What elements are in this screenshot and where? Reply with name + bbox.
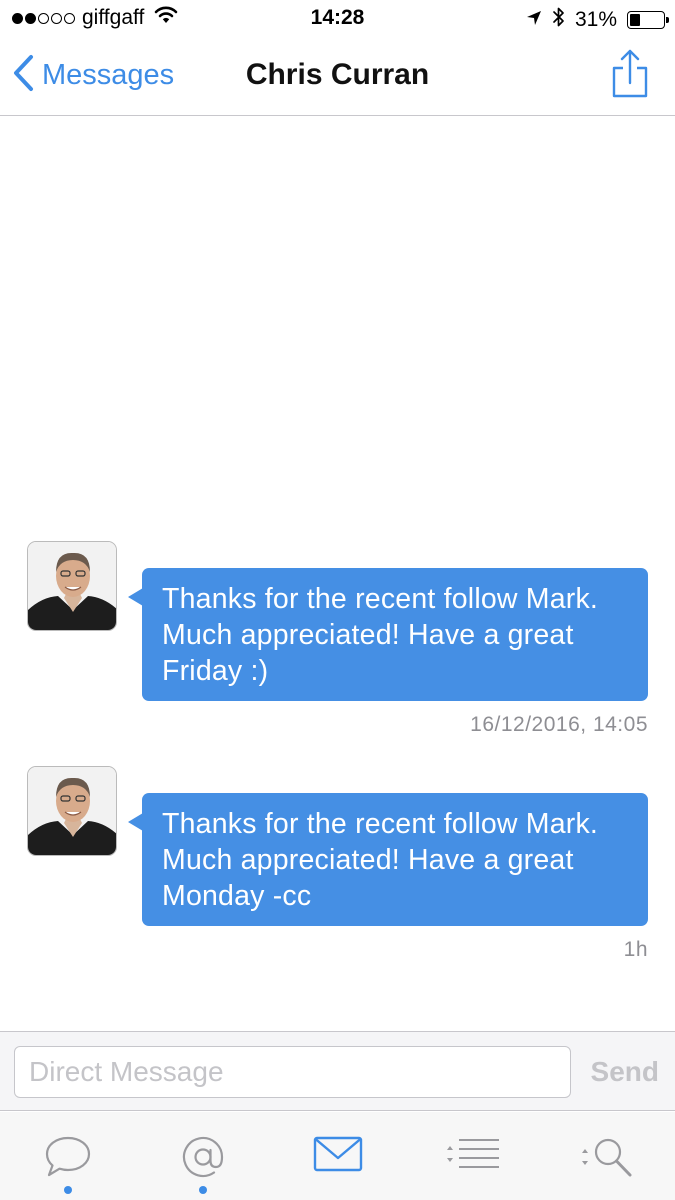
- direct-message-input[interactable]: [14, 1046, 571, 1098]
- unread-dot: [63, 1186, 72, 1194]
- back-label: Messages: [42, 59, 175, 91]
- back-button[interactable]: Messages: [12, 54, 174, 97]
- tab-bar: [0, 1112, 675, 1200]
- location-arrow-icon: [526, 8, 542, 32]
- status-bar: giffgaff 14:28 31%: [0, 0, 675, 40]
- status-right: 31%: [526, 6, 669, 34]
- message-bubble[interactable]: Thanks for the recent follow Mark. Much …: [128, 793, 648, 926]
- at-sign-icon: [182, 1136, 223, 1178]
- bluetooth-icon: [552, 6, 565, 34]
- search-icon: [581, 1138, 631, 1177]
- avatar[interactable]: [27, 766, 117, 856]
- nav-bar: Messages Chris Curran: [0, 40, 675, 116]
- tab-lists[interactable]: [405, 1112, 540, 1200]
- battery-level: [630, 14, 640, 26]
- list-icon: [446, 1139, 499, 1168]
- tab-search[interactable]: [540, 1112, 675, 1200]
- battery-icon: [627, 11, 669, 29]
- message-timestamp: 1h: [623, 938, 648, 961]
- composer: Send: [0, 1031, 675, 1111]
- tab-timeline[interactable]: [0, 1112, 135, 1200]
- tab-messages[interactable]: [270, 1112, 405, 1200]
- envelope-icon: [313, 1136, 362, 1172]
- battery-percent: 31%: [574, 8, 617, 31]
- avatar[interactable]: [27, 541, 117, 631]
- tab-mentions[interactable]: [135, 1112, 270, 1200]
- speech-bubble-icon: [45, 1136, 90, 1177]
- message-bubble[interactable]: Thanks for the recent follow Mark. Much …: [128, 568, 648, 701]
- message-timestamp: 16/12/2016, 14:05: [470, 713, 648, 736]
- unread-dot: [198, 1186, 207, 1194]
- chevron-left-icon: [12, 54, 34, 97]
- share-icon: [612, 49, 648, 98]
- send-button[interactable]: Send: [591, 1056, 659, 1088]
- share-button[interactable]: [611, 48, 649, 105]
